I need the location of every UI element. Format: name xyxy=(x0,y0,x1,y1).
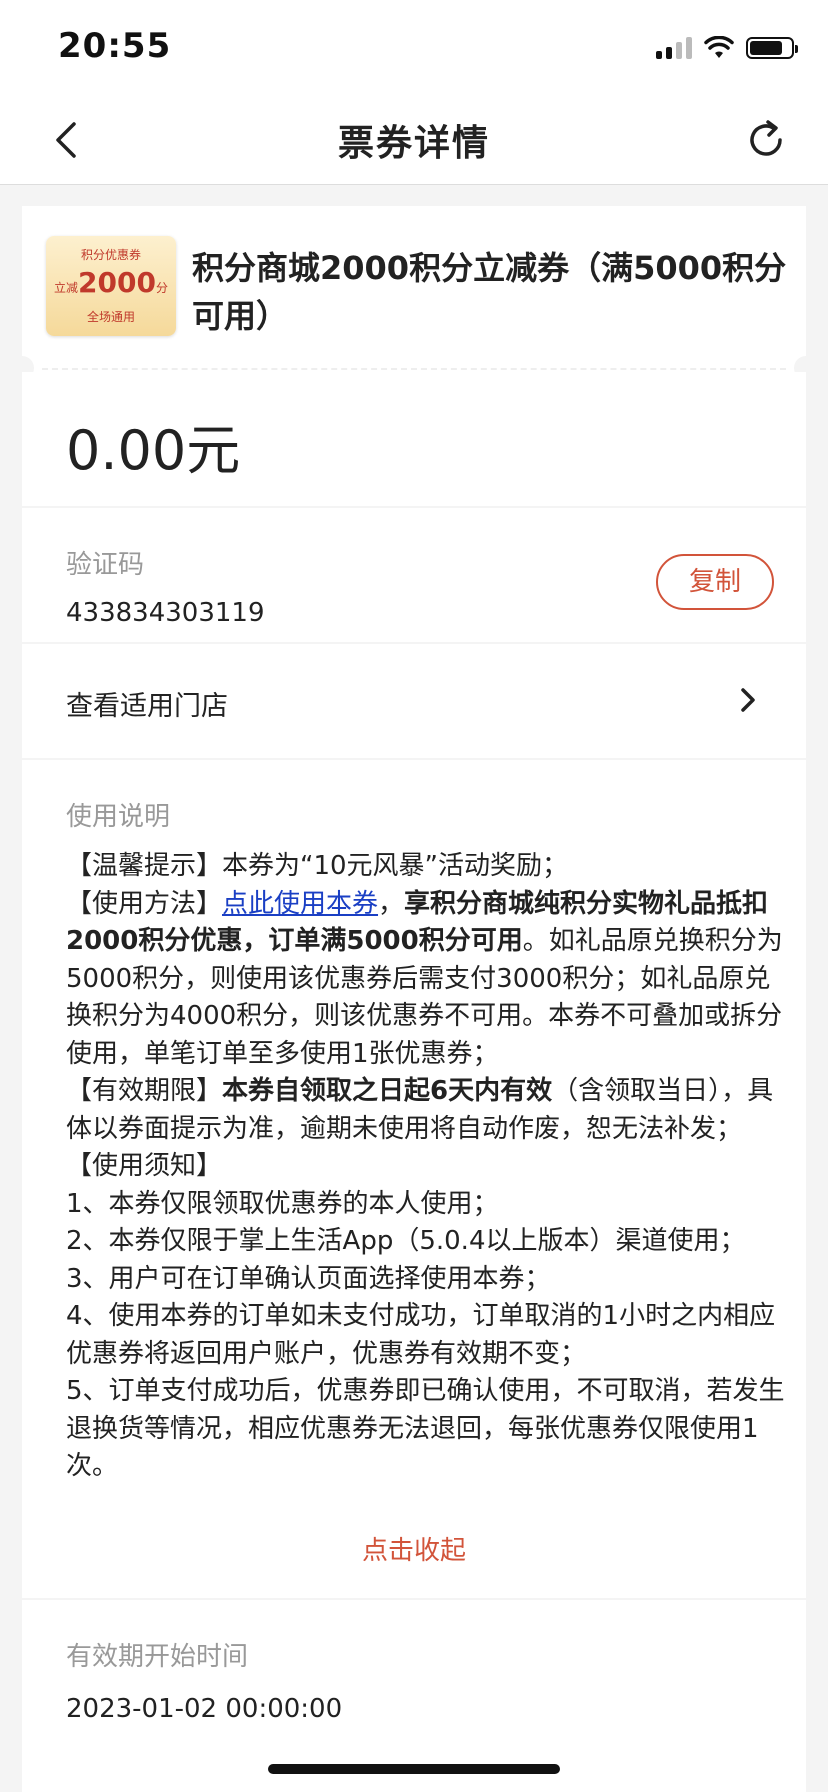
coupon-badge-image: 积分优惠券 立减2000分 全场通用 xyxy=(46,236,176,336)
verify-code-value: 433834303119 xyxy=(66,598,265,628)
page-title: 票券详情 xyxy=(337,123,490,164)
nav-bar: 票券详情 xyxy=(0,96,828,185)
usage-notice-item: 2、本券仅限于掌上生活App（5.0.4以上版本）渠道使用； xyxy=(66,1226,746,1256)
usage-period-bold: 本券自领取之日起6天内有效 xyxy=(222,1076,553,1106)
usage-method-prefix: 【使用方法】 xyxy=(66,888,223,919)
status-icons xyxy=(656,36,798,60)
badge-scope: 全场通用 xyxy=(86,310,135,324)
usage-method-sep: ， xyxy=(378,888,405,919)
cellular-signal-icon xyxy=(656,37,692,59)
usage-notice-title: 【使用须知】 xyxy=(66,1151,223,1181)
usage-period-prefix: 【有效期限】 xyxy=(66,1076,223,1106)
collapse-button[interactable]: 点击收起 xyxy=(22,1530,806,1567)
usage-tip: 【温馨提示】本券为“10元风暴”活动奖励； xyxy=(66,851,569,881)
badge-amount: 2000 xyxy=(78,266,156,299)
validity-start-value: 2023-01-02 00:00:00 xyxy=(66,1694,343,1724)
badge-prefix: 立减 xyxy=(54,281,79,295)
usage-notice-item: 5、订单支付成功后，优惠券即已确认使用，不可取消，若发生退换货等情况，相应优惠券… xyxy=(66,1376,785,1481)
status-bar: 20:55 xyxy=(0,0,828,96)
chevron-right-icon xyxy=(741,688,755,712)
refresh-icon[interactable] xyxy=(742,116,790,164)
validity-start-label: 有效期开始时间 xyxy=(66,1642,249,1672)
usage-notice-item: 4、使用本券的订单如未支付成功，订单取消的1小时之内相应优惠券将返回用户账户，优… xyxy=(66,1301,776,1369)
price-section: 0.00元 xyxy=(22,372,806,506)
coupon-price: 0.00元 xyxy=(66,419,241,482)
usage-section: 使用说明 【温馨提示】本券为“10元风暴”活动奖励； 【使用方法】点此使用本券，… xyxy=(22,760,806,1598)
coupon-title: 积分商城2000积分立减券（满5000积分可用） xyxy=(192,249,787,335)
status-time: 20:55 xyxy=(58,26,172,66)
verify-code-label: 验证码 xyxy=(66,550,145,580)
usage-label: 使用说明 xyxy=(66,802,171,832)
usage-text: 【温馨提示】本券为“10元风暴”活动奖励； 【使用方法】点此使用本券，享积分商城… xyxy=(66,848,796,1486)
verify-section: 验证码 433834303119 复制 xyxy=(22,508,806,642)
badge-amount-line: 立减2000分 xyxy=(46,266,176,299)
battery-icon xyxy=(746,37,798,59)
usage-method: 【使用方法】点此使用本券，享积分商城纯积分实物礼品抵扣2000积分优惠，订单满5… xyxy=(66,886,796,1074)
wifi-icon xyxy=(704,36,734,58)
use-coupon-link[interactable]: 点此使用本券 xyxy=(222,889,378,919)
battery-fill xyxy=(750,41,782,55)
usage-period: 【有效期限】本券自领取之日起6天内有效（含领取当日），具体以券面提示为准，逾期未… xyxy=(66,1073,796,1148)
coupon-header: 积分优惠券 立减2000分 全场通用 积分商城2000积分立减券（满5000积分… xyxy=(22,206,806,366)
store-row[interactable]: 查看适用门店 xyxy=(22,644,806,758)
usage-notice-item: 1、本券仅限领取优惠券的本人使用； xyxy=(66,1188,499,1219)
copy-button[interactable]: 复制 xyxy=(656,554,774,610)
home-indicator[interactable] xyxy=(268,1764,560,1774)
badge-type: 积分优惠券 xyxy=(80,248,141,262)
store-row-label: 查看适用门店 xyxy=(66,691,228,722)
badge-unit: 分 xyxy=(155,281,168,295)
usage-notice-item: 3、用户可在订单确认页面选择使用本券； xyxy=(66,1263,551,1294)
